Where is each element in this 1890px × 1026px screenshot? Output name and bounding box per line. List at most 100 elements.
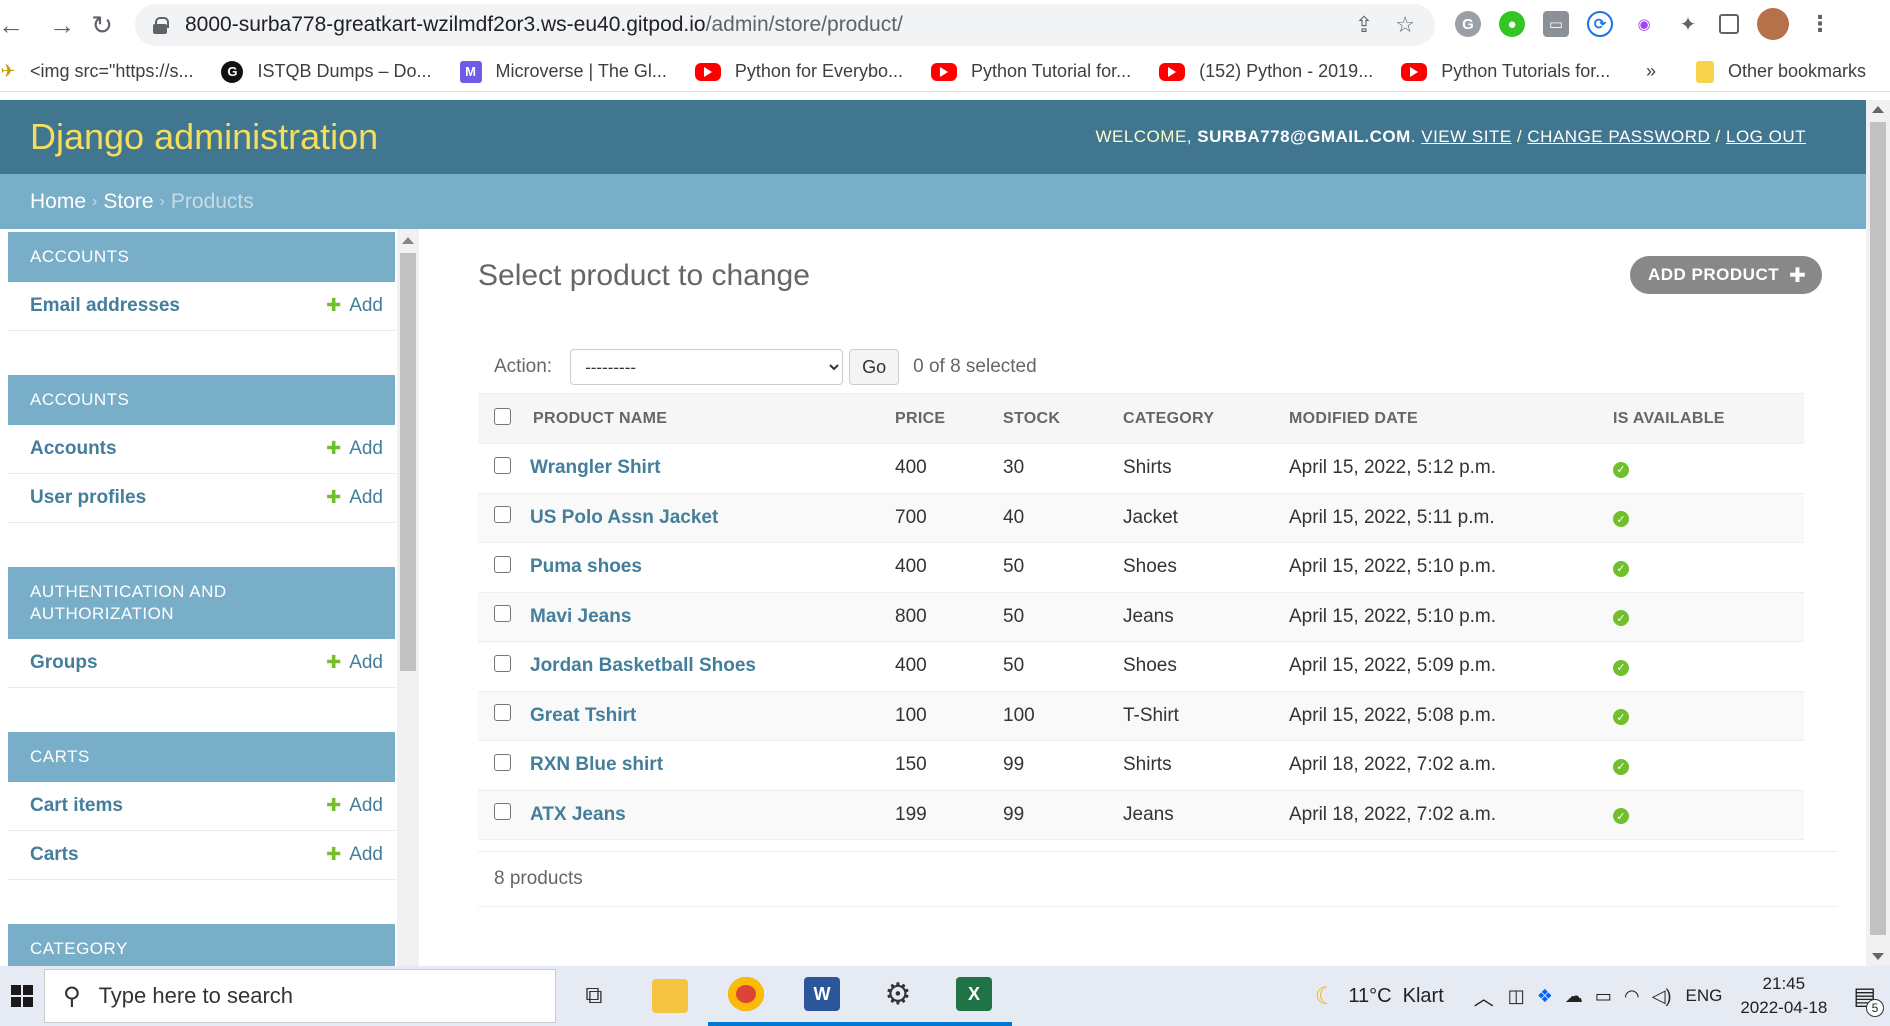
product-name-link[interactable]: RXN Blue shirt [530, 740, 880, 791]
product-name-link[interactable]: ATX Jeans [530, 790, 880, 840]
column-modified-date[interactable]: MODIFIED DATE [1275, 393, 1611, 444]
excel-button[interactable]: X [936, 966, 1012, 1026]
istqb-g-icon: G [221, 60, 244, 83]
chrome-button[interactable] [708, 966, 784, 1026]
chevron-up-icon[interactable]: ︿ [1474, 982, 1494, 1011]
bookmark-item[interactable]: ✈ <img src="https://s... [0, 60, 193, 83]
row-checkbox[interactable] [494, 704, 511, 722]
module-caption[interactable]: CATEGORY [8, 924, 395, 966]
change-password-link[interactable]: CHANGE PASSWORD [1527, 127, 1710, 146]
volume-icon[interactable]: ◁) [1652, 986, 1672, 1007]
sync-extension-icon[interactable]: ⟳ [1587, 11, 1613, 37]
task-view-button[interactable]: ⧉ [556, 966, 632, 1026]
page-scrollbar[interactable] [1866, 100, 1890, 966]
row-checkbox[interactable] [494, 605, 511, 623]
settings-button[interactable]: ⚙ [860, 966, 936, 1026]
product-name-link[interactable]: Jordan Basketball Shoes [530, 641, 880, 692]
column-price[interactable]: PRICE [880, 393, 990, 444]
row-select-cell [478, 443, 530, 494]
moon-weather-icon: ☾ [1314, 982, 1337, 1010]
row-checkbox[interactable] [494, 555, 511, 573]
bookmark-item[interactable]: Python for Everybo... [694, 61, 903, 82]
log-out-link[interactable]: LOG OUT [1726, 127, 1806, 146]
add-group-link[interactable]: Add [326, 652, 383, 674]
add-cart-item-link[interactable]: Add [326, 795, 383, 817]
column-category[interactable]: CATEGORY [1110, 393, 1275, 444]
wifi-icon[interactable]: ◠ [1624, 986, 1640, 1007]
puzzle-extensions-icon[interactable]: ✦ [1675, 11, 1701, 37]
meet-icon[interactable]: ◫ [1508, 986, 1525, 1007]
more-bookmarks-button[interactable]: » [1646, 61, 1656, 82]
taskbar-search[interactable]: ⚲ Type here to search [44, 969, 556, 1023]
category-cell: Shoes [1110, 542, 1275, 593]
language-indicator[interactable]: ENG [1686, 986, 1723, 1006]
bookmark-star-icon[interactable]: ☆ [1395, 12, 1415, 38]
stock-cell: 99 [990, 740, 1110, 791]
product-name-link[interactable]: Mavi Jeans [530, 592, 880, 642]
site-branding[interactable]: Django administration [30, 116, 378, 158]
row-select-cell [478, 641, 530, 692]
other-bookmarks[interactable]: Other bookmarks [1696, 60, 1866, 83]
product-name-link[interactable]: Great Tshirt [530, 691, 880, 741]
bookmark-item[interactable]: G ISTQB Dumps – Do... [221, 60, 432, 83]
start-button[interactable] [0, 966, 44, 1026]
module-caption[interactable]: CARTS [8, 732, 395, 782]
add-user-profile-link[interactable]: Add [326, 487, 383, 509]
module-accounts-email: ACCOUNTS Email addresses Add [8, 232, 395, 331]
add-account-link[interactable]: Add [326, 438, 383, 460]
green-extension-icon[interactable]: ● [1499, 11, 1525, 37]
breadcrumb: Home › Store › Products [0, 174, 1866, 229]
is-available-cell: ✓ [1611, 443, 1804, 494]
sidebar-scrollbar[interactable] [397, 229, 419, 966]
menu-kebab-icon[interactable]: ⋮ [1807, 11, 1833, 37]
product-name-link[interactable]: US Polo Assn Jacket [530, 493, 880, 543]
row-checkbox[interactable] [494, 456, 511, 474]
word-button[interactable]: W [784, 966, 860, 1026]
module-caption[interactable]: AUTHENTICATION AND AUTHORIZATION [8, 567, 395, 639]
add-email-address-link[interactable]: Add [326, 295, 383, 317]
bookmark-item[interactable]: Python Tutorials for... [1401, 61, 1610, 82]
breadcrumb-store[interactable]: Store [103, 190, 153, 214]
address-bar[interactable]: 8000-surba778-greatkart-wzilmdf2or3.ws-e… [135, 4, 1435, 46]
go-button[interactable]: Go [849, 349, 900, 385]
dropbox-icon[interactable]: ❖ [1537, 986, 1553, 1007]
file-explorer-button[interactable] [632, 966, 708, 1026]
radio-extension-icon[interactable]: ◉ [1631, 11, 1657, 37]
module-caption[interactable]: ACCOUNTS [8, 232, 395, 282]
profile-avatar[interactable] [1757, 8, 1789, 40]
select-all-checkbox[interactable] [494, 407, 511, 425]
add-cart-link[interactable]: Add [326, 844, 383, 866]
share-icon[interactable]: ⇪ [1355, 12, 1373, 38]
cast-extension-icon[interactable]: ▭ [1543, 11, 1569, 37]
product-name-link[interactable]: Puma shoes [530, 542, 880, 593]
bookmark-item[interactable]: (152) Python - 2019... [1159, 61, 1373, 82]
side-panel-icon[interactable] [1719, 14, 1739, 34]
battery-icon[interactable]: ▭ [1595, 986, 1612, 1007]
row-checkbox[interactable] [494, 803, 511, 821]
view-site-link[interactable]: VIEW SITE [1421, 127, 1511, 146]
sidebar-scroll-thumb[interactable] [400, 253, 416, 671]
breadcrumb-home[interactable]: Home [30, 190, 86, 214]
page-scroll-thumb[interactable] [1870, 122, 1886, 935]
add-product-button[interactable]: ADD PRODUCT ✚ [1630, 256, 1823, 294]
row-checkbox[interactable] [494, 506, 511, 524]
row-checkbox[interactable] [494, 654, 511, 672]
bookmark-item[interactable]: Python Tutorial for... [931, 61, 1131, 82]
grammarly-icon[interactable]: G [1455, 11, 1481, 37]
weather-text[interactable]: 11°C Klart [1348, 985, 1443, 1008]
bookmark-item[interactable]: M Microverse | The Gl... [459, 60, 667, 83]
notifications-icon[interactable]: ▤ 5 [1853, 982, 1884, 1017]
product-name-link[interactable]: Wrangler Shirt [530, 443, 880, 494]
action-select[interactable]: --------- [570, 349, 844, 385]
sidebar-item-accounts: Accounts Add [8, 425, 395, 474]
clock[interactable]: 21:45 2022-04-18 [1740, 972, 1827, 1020]
back-arrow-icon[interactable]: ← [0, 5, 24, 45]
column-stock[interactable]: STOCK [990, 393, 1110, 444]
row-checkbox[interactable] [494, 753, 511, 771]
module-caption[interactable]: ACCOUNTS [8, 375, 395, 425]
column-product-name[interactable]: PRODUCT NAME [530, 393, 880, 444]
forward-arrow-icon[interactable]: → [42, 5, 82, 45]
reload-icon[interactable]: ↻ [82, 5, 122, 45]
column-is-available[interactable]: IS AVAILABLE [1611, 393, 1804, 444]
onedrive-icon[interactable]: ☁ [1565, 986, 1583, 1007]
